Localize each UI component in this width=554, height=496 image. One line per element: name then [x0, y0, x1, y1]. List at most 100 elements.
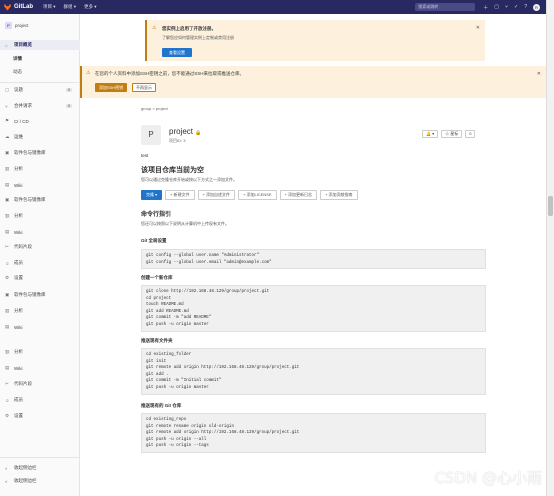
brand-name[interactable]: GitLab [14, 4, 33, 10]
close-icon[interactable]: ✕ [537, 71, 541, 77]
issues-count-badge: 0 [66, 88, 72, 92]
sidebar-item-packages[interactable]: ▣ 软件包与镜像库 [0, 195, 80, 205]
collapse-sidebar-button[interactable]: «收起侧边栏 [0, 476, 80, 486]
gitlab-logo-icon[interactable] [4, 3, 11, 11]
lock-icon: 🔒 [195, 130, 202, 136]
project-description: test [141, 153, 149, 158]
sidebar-project-header[interactable]: P project [0, 20, 80, 30]
sidebar-item-operations[interactable]: ☁ 运维 [0, 132, 80, 142]
project-id: 项目ID: 3 [169, 138, 186, 143]
users-icon: ☺ [5, 397, 10, 403]
sidebar-item-wiki[interactable]: ▤ Wiki [0, 363, 80, 373]
gear-icon: ⚙ [5, 275, 10, 280]
sidebar-item-analytics[interactable]: ▥ 分析 [0, 211, 80, 221]
code-block-new-repo[interactable]: git clone http://192.168.48.129/group/pr… [141, 285, 486, 332]
sidebar-item-packages[interactable]: ▣ 软件包与镜像库 [0, 148, 80, 158]
sidebar-item-members[interactable]: ☺ 成员 [0, 395, 80, 405]
double-chevron-left-icon: « [5, 465, 8, 471]
nav-projects[interactable]: 项目 ▾ [43, 4, 56, 10]
issues-icon: ▢ [5, 87, 10, 92]
sidebar-item-analytics[interactable]: ▥ 分析 [0, 347, 80, 357]
notification-dropdown[interactable]: 🔔 ▾ [422, 130, 439, 138]
warning-icon: ⚠ [86, 70, 91, 76]
nav-more[interactable]: 更多 ▾ [84, 4, 97, 10]
sidebar-project-name: project [15, 22, 29, 28]
user-avatar[interactable]: R [533, 3, 540, 11]
chart-icon: ▥ [5, 166, 10, 171]
section-heading: Git 全局设置 [141, 238, 167, 243]
chart-icon: ▥ [5, 308, 10, 313]
sidebar-item-wiki[interactable]: ▤ Wiki [0, 227, 80, 237]
sidebar-item-members[interactable]: ☺ 成员 [0, 258, 80, 268]
add-license-button[interactable]: + 添加LICENSE [238, 190, 277, 200]
sidebar-item-activity[interactable]: 动态 [0, 67, 80, 77]
sidebar-item-overview[interactable]: ⌂ 项目概览 [0, 40, 80, 50]
add-ssh-key-button[interactable]: 添加SSH密钥 [95, 83, 127, 92]
cli-hint: 您还可以按照以下说明从计算机中上传现有文件。 [141, 221, 229, 226]
divider [0, 457, 80, 458]
merge-icon: ⑂ [5, 103, 8, 109]
users-icon: ☺ [5, 260, 10, 266]
sidebar-item-wiki[interactable]: ▤ Wiki [0, 180, 80, 190]
sidebar-item-analytics[interactable]: ▥ 分析 [0, 306, 80, 316]
star-count[interactable]: 0 [465, 130, 476, 138]
close-icon[interactable]: ✕ [476, 25, 480, 31]
nav-groups[interactable]: 群组 ▾ [64, 4, 77, 10]
help-icon[interactable]: ? [524, 4, 527, 11]
book-icon: ▤ [5, 324, 10, 329]
alert-text: 在您的个人资料中添加SSH密钥之前，您不能通过SSH来拉取或推送仓库。 [95, 71, 245, 76]
code-block-existing-folder[interactable]: cd existing_folder git init git remote a… [141, 348, 486, 395]
scissors-icon: ✂ [5, 244, 9, 249]
sidebar-item-snippets[interactable]: ✂ 代码片段 [0, 242, 80, 252]
add-contributing-button[interactable]: + 添加贡献指南 [320, 190, 358, 200]
divider [0, 82, 80, 83]
scrollbar-thumb[interactable] [548, 196, 553, 216]
section-heading: 推送现有的 Git 仓库 [141, 403, 182, 408]
mr-count-badge: 0 [66, 104, 72, 108]
sidebar-item-details[interactable]: 详情 [0, 54, 80, 64]
sidebar-item-issues[interactable]: ▢ 议题 0 [0, 85, 80, 95]
sidebar-item-wiki[interactable]: ▤ Wiki [0, 322, 80, 332]
project-avatar-small: P [5, 21, 12, 29]
issues-icon[interactable]: ▢ [494, 4, 499, 11]
section-heading: 创建一个新仓库 [141, 275, 173, 280]
project-actions: 🔔 ▾ ☆ 星标 0 [422, 130, 476, 138]
cloud-icon: ☁ [5, 134, 10, 139]
todo-icon[interactable]: ✓ [514, 4, 518, 11]
plus-icon[interactable]: ＋ [483, 4, 488, 11]
sidebar-item-snippets[interactable]: ✂ 代码片段 [0, 379, 80, 389]
top-nav: 项目 ▾ 群组 ▾ 更多 ▾ [43, 4, 97, 10]
code-block-existing-repo[interactable]: cd existing_repo git remote rename origi… [141, 413, 486, 453]
new-file-button[interactable]: + 新建文件 [165, 190, 195, 200]
alert-title: 您实例上启用了开放注册。 [162, 26, 216, 31]
project-avatar: P [141, 125, 161, 145]
book-icon: ▤ [5, 365, 10, 370]
section-heading: 推送现有文件夹 [141, 338, 173, 343]
collapse-sidebar-button[interactable]: «收起侧边栏 [0, 463, 80, 473]
view-settings-button[interactable]: 查看设置 [162, 48, 192, 57]
alert-description[interactable]: 了解您应如何管理实例上定制或禁用注册 [162, 35, 234, 41]
empty-repo-hint: 您可以通过克隆仓库开始或按以下方式之一添加文件。 [141, 177, 237, 182]
add-changelog-button[interactable]: + 添加更新日志 [279, 190, 318, 200]
sidebar-item-packages[interactable]: ▣ 软件包与镜像库 [0, 290, 80, 300]
watermark: CSDN @心小雨 [434, 469, 542, 487]
sidebar-item-settings[interactable]: ⚙ 设置 [0, 411, 80, 421]
double-chevron-left-icon: « [5, 478, 8, 484]
code-block-global-setup[interactable]: git config --global user.name "Administr… [141, 249, 486, 269]
merge-icon[interactable]: ⑂ [505, 4, 508, 11]
sidebar-item-cicd[interactable]: ⚑ CI / CD [0, 116, 80, 126]
scissors-icon: ✂ [5, 381, 9, 386]
dont-show-again-button[interactable]: 不再显示 [132, 83, 156, 92]
breadcrumb[interactable]: group > project [141, 106, 168, 111]
sidebar-item-analytics[interactable]: ▥ 分析 [0, 164, 80, 174]
sidebar-item-settings[interactable]: ⚙ 设置 [0, 273, 80, 283]
project-sidebar: P project ⌂ 项目概览 详情 动态 ▢ 议题 0 ⑂ 合并请求 0 ⚑ CI / … [0, 14, 80, 496]
star-button[interactable]: ☆ 星标 [441, 130, 463, 138]
page-scrollbar[interactable] [546, 0, 554, 496]
package-icon: ▣ [5, 150, 10, 155]
sidebar-item-merge-requests[interactable]: ⑂ 合并请求 0 [0, 101, 80, 111]
clone-dropdown-button[interactable]: 克隆 ▾ [141, 190, 163, 200]
search-input[interactable]: 搜索或跳转 [415, 3, 476, 11]
rocket-icon: ⚑ [5, 118, 10, 123]
add-readme-button[interactable]: + 添加自述文件 [197, 190, 236, 200]
